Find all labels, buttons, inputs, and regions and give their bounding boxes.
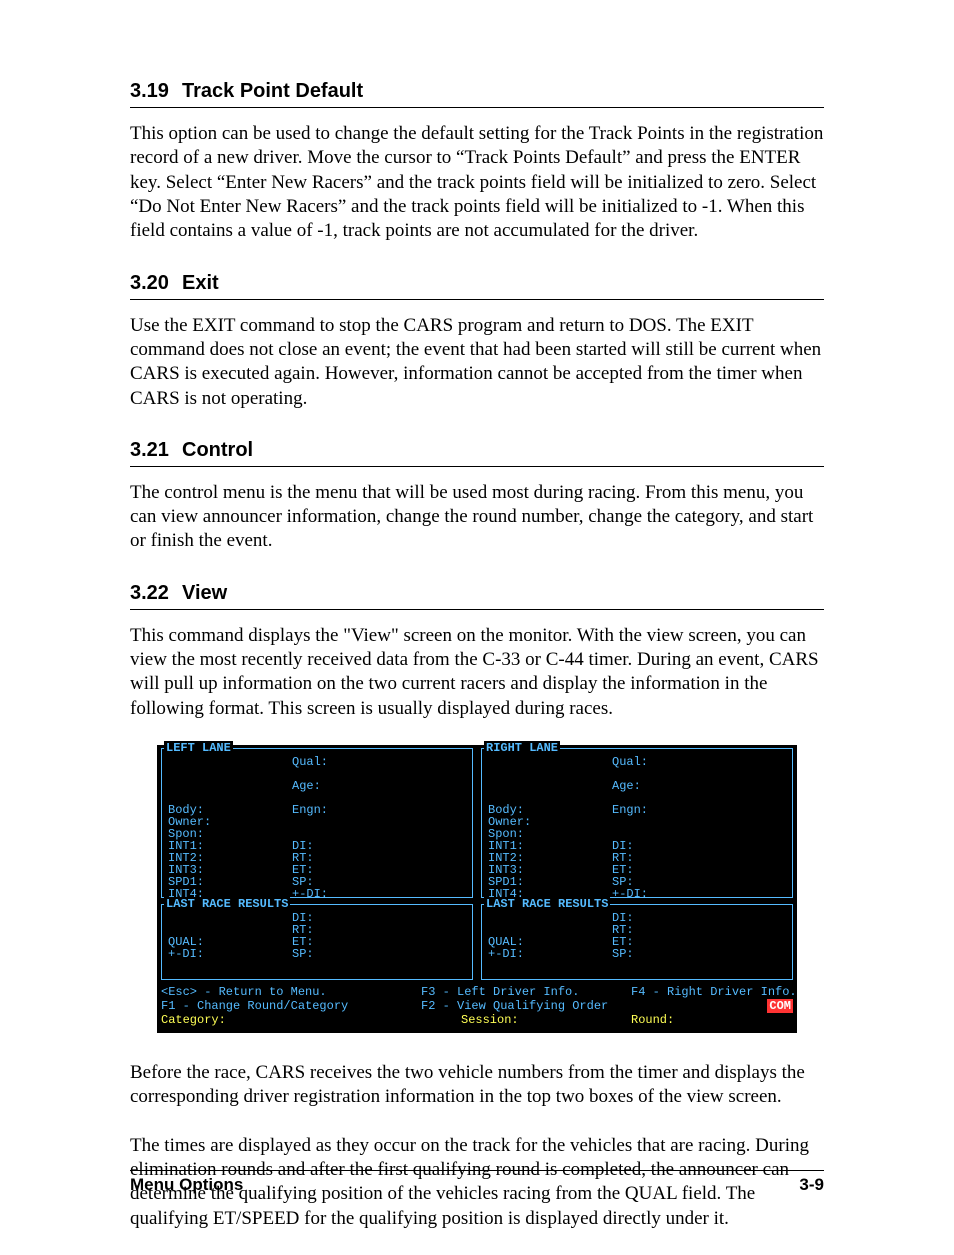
label-session: Session: [461, 1013, 519, 1027]
key-f1: F1 - Change Round/Category [161, 999, 348, 1013]
results-title: LAST RACE RESULTS [484, 897, 610, 911]
key-esc: <Esc> - Return to Menu. [161, 985, 327, 999]
right-lane-title: RIGHT LANE [484, 741, 560, 755]
page-footer: Menu Options 3-9 [130, 1170, 824, 1195]
section-3-20: 3.20Exit Use the EXIT command to stop th… [130, 272, 824, 411]
dos-view-screenshot: LEFT LANE Qual: Age: Body: Engn: Owner: … [157, 745, 797, 1033]
section-3-22: 3.22View This command displays the "View… [130, 582, 824, 721]
label-pmdi: +-DI: [612, 887, 648, 901]
heading-3-20: 3.20Exit [130, 272, 824, 295]
page-content: 3.19Track Point Default This option can … [130, 80, 824, 1255]
body-3-19: This option can be used to change the de… [130, 122, 824, 244]
left-lane-panel: LEFT LANE Qual: Age: Body: Engn: Owner: … [161, 748, 473, 898]
section-3-19: 3.19Track Point Default This option can … [130, 80, 824, 244]
label-pmdi: +-DI: [488, 947, 524, 961]
label-sp: SP: [612, 947, 634, 961]
label-pmdi: +-DI: [292, 887, 328, 901]
heading-3-21: 3.21Control [130, 439, 824, 462]
heading-rule [130, 466, 824, 467]
label-engn: Engn: [292, 803, 328, 817]
label-qual: Qual: [292, 755, 328, 769]
key-f3: F3 - Left Driver Info. [421, 985, 579, 999]
com-indicator: COM [767, 999, 793, 1013]
label-engn: Engn: [612, 803, 648, 817]
label-category: Category: [161, 1013, 226, 1027]
heading-rule [130, 107, 824, 108]
body-3-21: The control menu is the menu that will b… [130, 481, 824, 554]
body-3-20: Use the EXIT command to stop the CARS pr… [130, 314, 824, 411]
heading-3-22: 3.22View [130, 582, 824, 605]
label-pmdi: +-DI: [168, 947, 204, 961]
key-f2: F2 - View Qualifying Order [421, 999, 608, 1013]
label-age: Age: [292, 779, 321, 793]
heading-rule [130, 299, 824, 300]
section-3-21: 3.21Control The control menu is the menu… [130, 439, 824, 554]
dos-footer: <Esc> - Return to Menu. F3 - Left Driver… [161, 985, 793, 1029]
body-3-22: This command displays the "View" screen … [130, 624, 824, 721]
footer-left: Menu Options [130, 1175, 243, 1195]
label-age: Age: [612, 779, 641, 793]
after-image-p1: Before the race, CARS receives the two v… [130, 1061, 824, 1110]
label-qual: Qual: [612, 755, 648, 769]
label-round: Round: [631, 1013, 674, 1027]
heading-3-19: 3.19Track Point Default [130, 80, 824, 103]
right-results-panel: LAST RACE RESULTS DI: RT: QUAL: ET: +-DI… [481, 904, 793, 980]
left-lane-title: LEFT LANE [164, 741, 233, 755]
right-lane-panel: RIGHT LANE Qual: Age: Body: Engn: Owner:… [481, 748, 793, 898]
results-title: LAST RACE RESULTS [164, 897, 290, 911]
heading-rule [130, 609, 824, 610]
left-results-panel: LAST RACE RESULTS DI: RT: QUAL: ET: +-DI… [161, 904, 473, 980]
footer-page-number: 3-9 [799, 1175, 824, 1195]
label-sp: SP: [292, 947, 314, 961]
key-f4: F4 - Right Driver Info. [631, 985, 797, 999]
